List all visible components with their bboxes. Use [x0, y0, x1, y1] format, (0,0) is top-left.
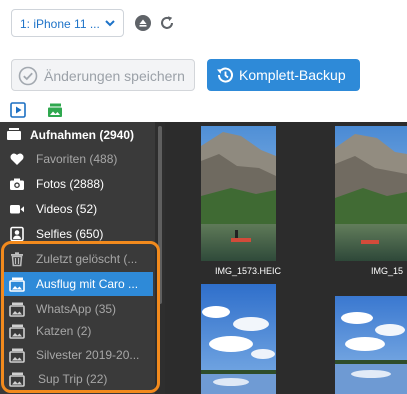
device-select[interactable]: 1: iPhone 11 ...: [11, 9, 124, 37]
sidebar-item-label: Selfies (650): [36, 227, 104, 241]
full-backup-label: Komplett-Backup: [239, 67, 346, 83]
sidebar-item-label: Fotos (2888): [36, 177, 105, 191]
video-icon: [10, 205, 24, 214]
sidebar-item-fotos[interactable]: Fotos (2888): [0, 172, 165, 196]
heart-icon: [10, 153, 24, 165]
photo-thumbnail[interactable]: [335, 296, 407, 394]
eject-icon[interactable]: [134, 14, 152, 32]
device-select-label: 1: iPhone 11 ...: [20, 17, 100, 31]
photo-thumbnail[interactable]: [201, 126, 276, 261]
save-changes-label: Änderungen speichern: [44, 68, 185, 84]
sidebar-item-label: Favoriten (488): [36, 152, 118, 166]
album-icon[interactable]: [47, 102, 63, 118]
photo-clouds-lake: [201, 284, 276, 394]
history-icon: [217, 67, 233, 83]
camera-icon: [10, 178, 24, 190]
sidebar-header-label: Aufnahmen (2940): [30, 128, 135, 142]
photo-thumbnail[interactable]: [335, 126, 407, 261]
refresh-icon[interactable]: [158, 14, 176, 32]
photo-cliff-river: [201, 126, 276, 261]
sidebar-header-aufnahmen[interactable]: Aufnahmen (2940): [0, 122, 165, 146]
full-backup-button[interactable]: Komplett-Backup: [207, 59, 360, 91]
sidebar-item-label: Videos (52): [36, 202, 98, 216]
check-circle-icon: [18, 66, 38, 86]
save-changes-button[interactable]: Änderungen speichern: [11, 59, 195, 91]
chevron-down-icon: [105, 20, 115, 27]
album-stack-icon: [7, 128, 21, 140]
photo-thumbnail[interactable]: [201, 284, 276, 394]
photo-cliff-river: [335, 126, 407, 261]
toolbar: 1: iPhone 11 ... Änderungen speichern Ko…: [0, 0, 407, 122]
sidebar-item-favoriten[interactable]: Favoriten (488): [0, 147, 165, 171]
media-icon[interactable]: [10, 102, 26, 118]
portrait-icon: [10, 226, 24, 242]
sidebar-item-videos[interactable]: Videos (52): [0, 197, 165, 221]
photo-caption: IMG_1573.HEIC: [215, 266, 282, 276]
photo-clouds-lake: [335, 296, 407, 394]
photo-caption: IMG_15: [371, 266, 404, 276]
photo-grid: IMG_1573.HEIC IMG_15: [165, 122, 407, 394]
album-highlight-frame: [1, 241, 160, 393]
